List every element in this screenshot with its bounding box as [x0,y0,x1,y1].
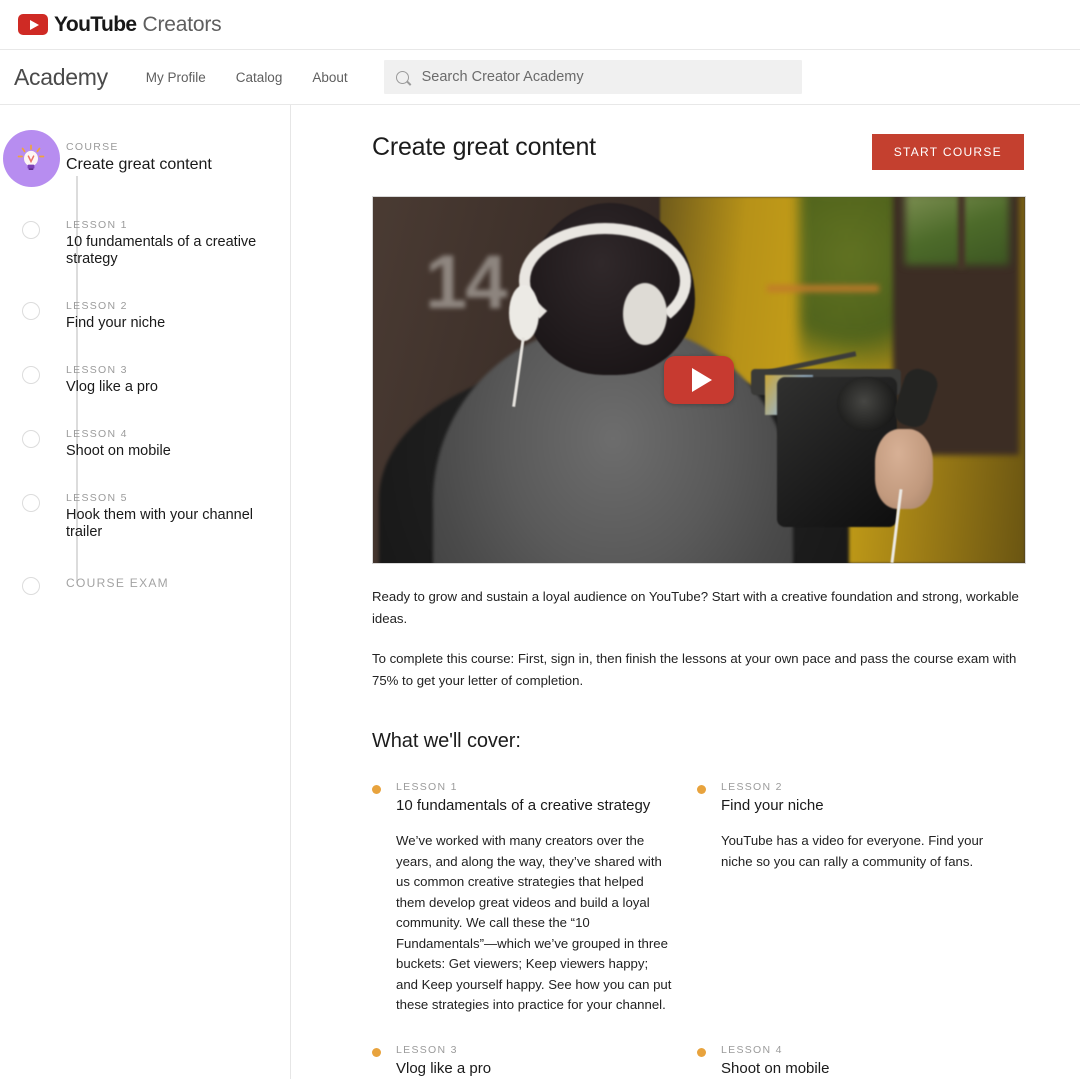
lesson-node-1 [0,219,60,239]
lesson-card-1-kicker: LESSON 1 [396,781,458,793]
lesson-node-4 [0,428,60,448]
lesson-card-2-desc: YouTube has a video for everyone. Find y… [721,833,984,869]
course-header-text: COURSE Create great content [60,130,230,173]
play-triangle-icon [29,19,39,30]
lesson-2-kicker: LESSON 2 [66,300,128,312]
cover-heading: What we'll cover: [372,730,521,752]
lesson-1-text: LESSON 1 10 fundamentals of a creative s… [60,219,290,268]
bullet-dot-icon [697,785,706,794]
lesson-1-title: 10 fundamentals of a creative strategy [66,234,257,267]
completion-paragraph: To complete this course: First, sign in,… [372,651,1017,688]
course-timeline: COURSE Create great content LESSON 1 10 … [0,130,290,595]
lesson-card-1-desc: We’ve worked with many creators over the… [396,833,672,1012]
bullet-dot-icon [372,1047,381,1057]
headphone-cup-right [623,283,667,345]
lesson-card-4-head: LESSON 4 Shoot on mobile [697,1044,998,1078]
course-node [0,130,60,187]
play-triangle-icon [691,368,712,392]
lesson-card-2-title: Find your niche [721,797,824,814]
circle-icon [22,494,40,512]
lesson-2-title: Find your niche [66,315,166,331]
headphone-cup-left [509,285,539,341]
sidebar-item-lesson-4[interactable]: LESSON 4 Shoot on mobile [0,428,290,460]
lesson-card-3-kicker: LESSON 3 [396,1043,458,1056]
lesson-4-title: Shoot on mobile [66,443,171,459]
circle-icon [22,430,40,448]
sidebar-item-course-exam[interactable]: COURSE EXAM [0,575,290,595]
lesson-node-5 [0,492,60,512]
lesson-node-3 [0,364,60,384]
exam-node [0,575,60,595]
lesson-5-text: LESSON 5 Hook them with your channel tra… [60,492,290,541]
sidebar-item-lesson-1[interactable]: LESSON 1 10 fundamentals of a creative s… [0,219,290,268]
lesson-3-title: Vlog like a pro [66,379,158,395]
circle-icon [22,221,40,239]
course-video-thumbnail[interactable]: 14 [372,196,1026,564]
course-kicker: COURSE [66,141,119,153]
lesson-card-2-head: LESSON 2 Find your niche [697,781,998,815]
window-bar [958,197,965,269]
youtube-play-logo-icon[interactable] [18,14,48,35]
lesson-grid: LESSON 1 10 fundamentals of a creative s… [372,769,1032,1079]
lesson-1-kicker: LESSON 1 [66,219,128,231]
bullet-dot-icon [697,1047,706,1057]
play-button-icon[interactable] [664,356,734,404]
site-name[interactable]: Academy [14,64,108,91]
wall-number-sign: 14 [425,240,508,325]
person-hand [875,429,933,509]
exam-text: COURSE EXAM [60,575,187,590]
lesson-4-text: LESSON 4 Shoot on mobile [60,428,189,460]
lesson-card-1-title: 10 fundamentals of a creative strategy [396,797,651,814]
bullet-dot-icon [372,785,381,794]
sidebar-item-lesson-3[interactable]: LESSON 3 Vlog like a pro [0,364,290,396]
lightbulb-icon [2,130,60,187]
lesson-card-4-title: Shoot on mobile [721,1059,830,1077]
lesson-card-3-title: Vlog like a pro [396,1059,492,1077]
course-exam-label: COURSE EXAM [66,576,169,590]
lesson-5-kicker: LESSON 5 [66,492,128,504]
nav-item-about[interactable]: About [312,70,347,85]
page-title: Create great content [372,133,596,161]
nav-item-my-profile[interactable]: My Profile [146,70,206,85]
lesson-4-kicker: LESSON 4 [66,428,128,440]
page-body: COURSE Create great content LESSON 1 10 … [0,105,1080,1079]
lesson-card-3[interactable]: LESSON 3 Vlog like a pro Learn ways to m… [372,1032,697,1080]
search-input[interactable] [419,68,790,86]
brand-name: YouTube [54,12,137,36]
lesson-card-3-head: LESSON 3 Vlog like a pro [372,1044,673,1078]
camera-lens [837,377,897,431]
lesson-card-4[interactable]: LESSON 4 Shoot on mobile Create high-qua… [697,1032,1022,1080]
window-glass [905,197,1009,265]
start-course-button[interactable]: START COURSE [871,134,1024,170]
search-icon [395,70,409,84]
circle-icon [22,302,40,320]
sidebar-course-header[interactable]: COURSE Create great content [0,130,290,187]
lesson-node-2 [0,300,60,320]
course-sidebar: COURSE Create great content LESSON 1 10 … [0,105,291,1079]
sidebar-item-lesson-5[interactable]: LESSON 5 Hook them with your channel tra… [0,492,290,541]
lesson-3-text: LESSON 3 Vlog like a pro [60,364,176,396]
lesson-card-2[interactable]: LESSON 2 Find your niche YouTube has a v… [697,769,1022,1016]
lesson-card-1[interactable]: LESSON 1 10 fundamentals of a creative s… [372,769,697,1016]
lesson-card-1-head: LESSON 1 10 fundamentals of a creative s… [372,781,673,815]
nav-item-catalog[interactable]: Catalog [236,70,283,85]
intro-paragraph: Ready to grow and sustain a loyal audien… [372,589,1019,626]
lesson-5-title: Hook them with your channel trailer [66,507,253,540]
lesson-2-text: LESSON 2 Find your niche [60,300,183,332]
circle-icon [22,366,40,384]
circle-icon [22,577,40,595]
brand-suffix: Creators [142,12,222,36]
lesson-card-4-kicker: LESSON 4 [721,1043,783,1056]
main-navbar: Academy My Profile Catalog About [0,50,1080,105]
content-header: Create great content START COURSE [372,133,1024,170]
brand-bar: YouTube Creators [0,0,1080,50]
main-content: Create great content START COURSE 14 Rea… [291,105,1080,1079]
orange-bar [767,285,879,292]
lesson-3-kicker: LESSON 3 [66,364,128,376]
course-title: Create great content [66,156,212,173]
search-box[interactable] [383,60,802,94]
sidebar-item-lesson-2[interactable]: LESSON 2 Find your niche [0,300,290,332]
lesson-card-2-kicker: LESSON 2 [721,781,783,793]
